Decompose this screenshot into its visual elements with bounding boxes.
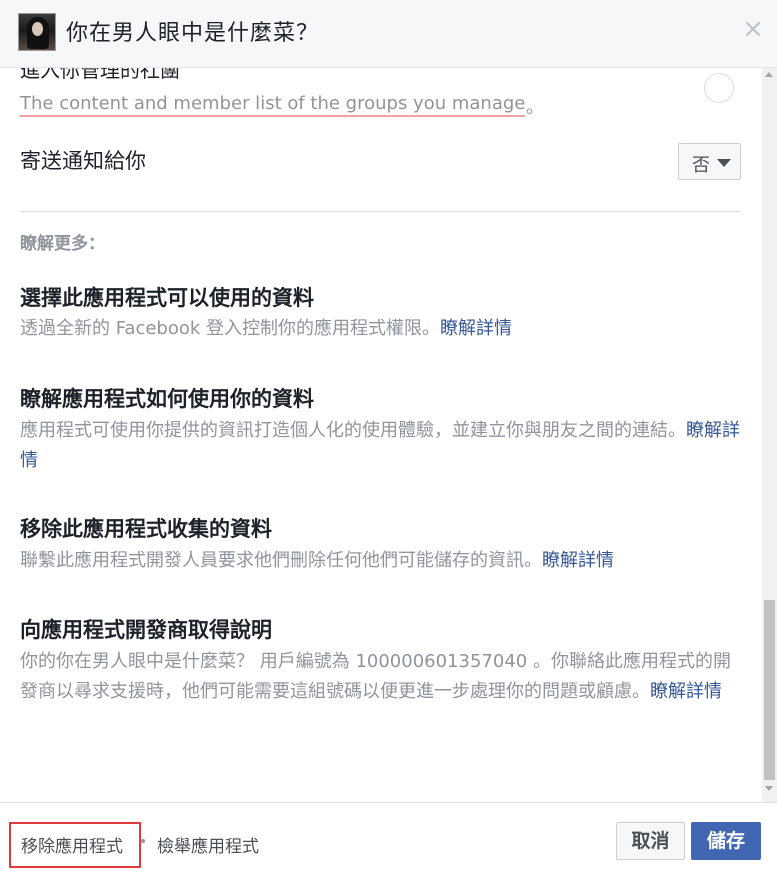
section-body-choose-data: 透過全新的 Facebook 登入控制你的應用程式權限。瞭解詳情 <box>20 314 740 344</box>
learn-more-header: 瞭解更多： <box>20 234 105 254</box>
save-button[interactable]: 儲存 <box>691 822 761 860</box>
report-app-link[interactable]: 檢舉應用程式 <box>157 832 259 857</box>
app-avatar <box>18 13 56 51</box>
section-body-text: 透過全新的 Facebook 登入控制你的應用程式權限。 <box>20 318 441 339</box>
permission-description-suffix: 。 <box>526 97 544 118</box>
learn-more-link[interactable]: 瞭解詳情 <box>440 318 512 339</box>
divider <box>20 211 741 212</box>
remove-app-link[interactable]: 移除應用程式 <box>9 822 141 868</box>
scroll-down-arrow-icon[interactable] <box>765 786 773 791</box>
section-body-get-help: 你的你在男人眼中是什麼菜？ 用戶編號為 100000601357040 。你聯絡… <box>20 647 740 707</box>
section-body-text: 聯繫此應用程式開發人員要求他們刪除任何他們可能儲存的資訊。 <box>20 550 542 571</box>
permission-radio[interactable] <box>704 73 734 103</box>
section-body-how-apps-use-data: 應用程式可使用你提供的資訊打造個人化的使用體驗，並建立你與朋友之間的連結。瞭解詳… <box>20 416 740 476</box>
dialog-content[interactable]: 進入你管理的社團 The content and member list of … <box>0 68 762 802</box>
dialog-footer: 移除應用程式 檢舉應用程式 取消 儲存 <box>0 802 777 875</box>
section-body-text: 應用程式可使用你提供的資訊打造個人化的使用體驗，並建立你與朋友之間的連結。 <box>20 420 686 441</box>
section-title-remove-data: 移除此應用程式收集的資料 <box>20 517 272 541</box>
section-title-get-help: 向應用程式開發商取得說明 <box>20 618 272 642</box>
permission-description: The content and member list of the group… <box>20 93 526 117</box>
section-title-how-apps-use-data: 瞭解應用程式如何使用你的資料 <box>20 387 314 411</box>
section-body-remove-data: 聯繫此應用程式開發人員要求他們刪除任何他們可能儲存的資訊。瞭解詳情 <box>20 546 740 576</box>
notification-select[interactable]: 否 <box>678 143 741 180</box>
scroll-up-arrow-icon[interactable] <box>765 72 773 77</box>
dialog-title: 你在男人眼中是什麼菜？ <box>66 21 320 46</box>
dialog-header: 你在男人眼中是什麼菜？ × <box>0 0 777 68</box>
caret-down-icon <box>717 159 731 167</box>
learn-more-link[interactable]: 瞭解詳情 <box>542 550 614 571</box>
notification-select-value: 否 <box>692 155 710 176</box>
cancel-button[interactable]: 取消 <box>616 822 685 860</box>
scrollbar[interactable] <box>762 68 777 802</box>
section-title-choose-data: 選擇此應用程式可以使用的資料 <box>20 286 314 310</box>
scrollbar-thumb[interactable] <box>764 600 775 780</box>
notification-label: 寄送通知給你 <box>20 149 146 173</box>
permission-title: 進入你管理的社團 <box>20 68 180 82</box>
close-icon[interactable]: × <box>742 16 764 42</box>
avatar-face <box>32 22 43 36</box>
separator-dot <box>141 839 145 843</box>
learn-more-link[interactable]: 瞭解詳情 <box>650 681 722 702</box>
section-body-text: 你的你在男人眼中是什麼菜？ 用戶編號為 100000601357040 。你聯絡… <box>20 651 731 702</box>
